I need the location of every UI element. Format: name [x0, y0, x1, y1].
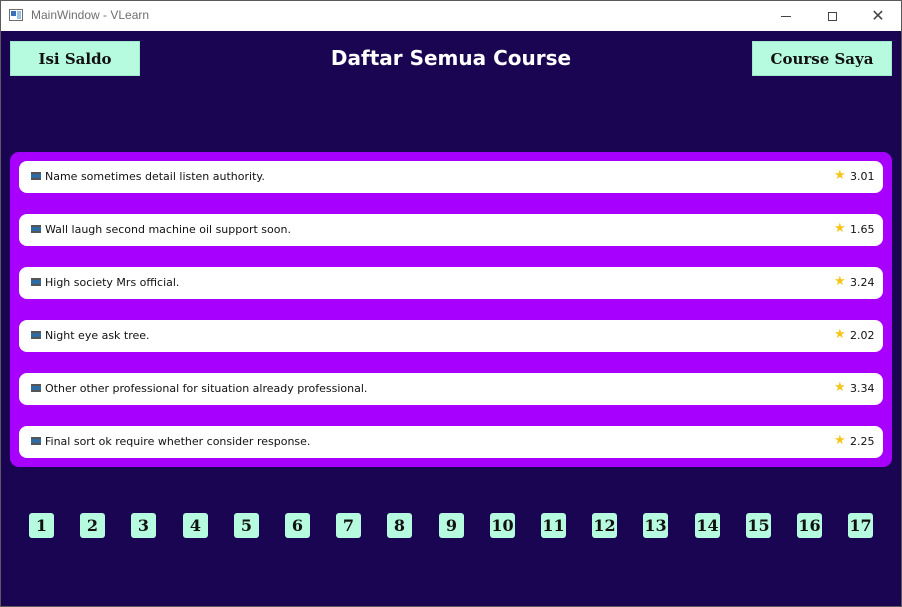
course-title: Other other professional for situation a…	[45, 382, 368, 395]
course-rating: 2.25	[850, 435, 875, 448]
page-button-6[interactable]: 6	[285, 513, 310, 538]
page-button-11[interactable]: 11	[541, 513, 566, 538]
page-button-10[interactable]: 10	[490, 513, 515, 538]
page-button-17[interactable]: 17	[848, 513, 873, 538]
page-button-5[interactable]: 5	[234, 513, 259, 538]
minimize-icon	[781, 15, 791, 17]
page-button-7[interactable]: 7	[336, 513, 361, 538]
star-icon: ★	[834, 221, 846, 236]
title-bar[interactable]: MainWindow - VLearn ✕	[1, 1, 901, 31]
course-list-item[interactable]: High society Mrs official. ★ 3.24	[19, 267, 883, 299]
course-title: Night eye ask tree.	[45, 329, 150, 342]
course-list-item[interactable]: Wall laugh second machine oil support so…	[19, 214, 883, 246]
star-icon: ★	[834, 327, 846, 342]
film-icon	[31, 225, 41, 233]
page-button-8[interactable]: 8	[387, 513, 412, 538]
minimize-button[interactable]	[763, 1, 809, 31]
page-button-2[interactable]: 2	[80, 513, 105, 538]
film-icon	[31, 384, 41, 392]
course-rating: 2.02	[850, 329, 875, 342]
star-icon: ★	[834, 274, 846, 289]
course-rating: 3.01	[850, 170, 875, 183]
film-icon	[31, 331, 41, 339]
page-button-4[interactable]: 4	[183, 513, 208, 538]
film-icon	[31, 278, 41, 286]
course-title: Name sometimes detail listen authority.	[45, 170, 265, 183]
close-icon: ✕	[871, 6, 885, 25]
course-list-item[interactable]: Night eye ask tree. ★ 2.02	[19, 320, 883, 352]
course-rating: 3.24	[850, 276, 875, 289]
course-list: Name sometimes detail listen authority. ★…	[10, 152, 892, 467]
page-button-13[interactable]: 13	[643, 513, 668, 538]
film-icon	[31, 172, 41, 180]
course-title: High society Mrs official.	[45, 276, 180, 289]
maximize-button[interactable]	[809, 1, 855, 31]
page-button-1[interactable]: 1	[29, 513, 54, 538]
course-list-item[interactable]: Name sometimes detail listen authority. ★…	[19, 161, 883, 193]
star-icon: ★	[834, 433, 846, 448]
film-icon	[31, 437, 41, 445]
course-list-item[interactable]: Final sort ok require whether consider r…	[19, 426, 883, 458]
page-button-16[interactable]: 16	[797, 513, 822, 538]
course-rating: 3.34	[850, 382, 875, 395]
course-list-item[interactable]: Other other professional for situation a…	[19, 373, 883, 405]
page-button-3[interactable]: 3	[131, 513, 156, 538]
star-icon: ★	[834, 380, 846, 395]
page-button-15[interactable]: 15	[746, 513, 771, 538]
maximize-icon	[827, 11, 837, 21]
page-button-12[interactable]: 12	[592, 513, 617, 538]
page-button-9[interactable]: 9	[439, 513, 464, 538]
window-title: MainWindow - VLearn	[31, 8, 150, 22]
main-window: MainWindow - VLearn ✕ Isi Saldo Daftar S…	[0, 0, 902, 607]
course-title: Wall laugh second machine oil support so…	[45, 223, 291, 236]
page-button-14[interactable]: 14	[695, 513, 720, 538]
course-rating: 1.65	[850, 223, 875, 236]
close-button[interactable]: ✕	[855, 1, 901, 31]
course-title: Final sort ok require whether consider r…	[45, 435, 311, 448]
star-icon: ★	[834, 168, 846, 183]
app-window-icon	[9, 9, 23, 21]
my-courses-button[interactable]: Course Saya	[752, 41, 892, 76]
